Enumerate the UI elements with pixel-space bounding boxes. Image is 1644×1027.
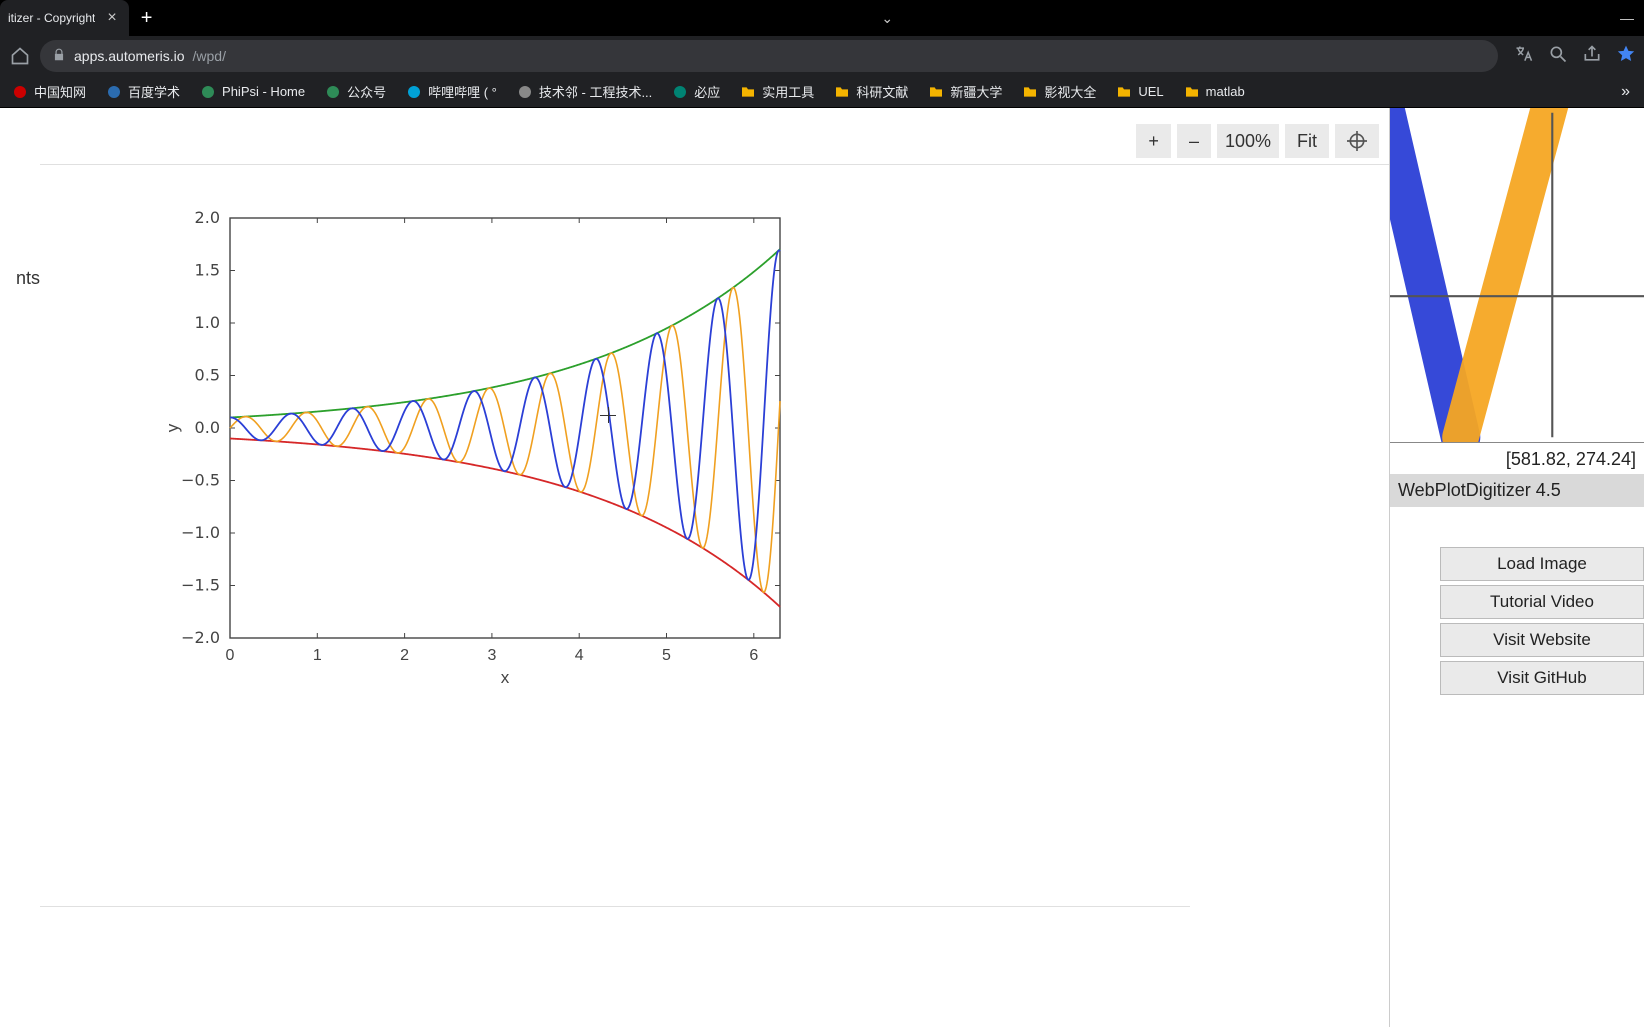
bookmark-label: 影视大全 [1044,82,1096,101]
bookmark-item[interactable]: 中国知网 [4,78,94,105]
svg-text:3: 3 [487,647,496,664]
new-tab-button[interactable]: + [129,7,165,30]
zoom-fit-button[interactable]: Fit [1285,124,1329,158]
site-icon [517,84,533,100]
chart-svg: −2.0 −1.5 −1.0 −0.5 0.0 0.5 1.0 1.5 2.0 0 1 2 3 4 5 6 x y [160,208,800,698]
bookmark-label: 实用工具 [762,82,814,101]
folder-icon [1116,84,1132,100]
bookmark-item[interactable]: 百度学术 [98,78,188,105]
bookmark-label: 百度学术 [128,82,180,101]
bookmark-item[interactable]: 新疆大学 [920,78,1010,105]
site-icon [12,84,28,100]
svg-text:4: 4 [575,647,584,664]
site-icon [200,84,216,100]
site-icon [325,84,341,100]
zoom-in-button[interactable]: + [1136,124,1171,158]
zoom-page-icon[interactable] [1548,44,1568,69]
bookmark-item[interactable]: 哔哩哔哩 ( ° [398,78,505,105]
svg-text:0.0: 0.0 [195,418,220,437]
svg-text:−2.0: −2.0 [181,628,220,647]
bookmark-star-icon[interactable] [1616,44,1636,69]
bookmark-item[interactable]: 公众号 [317,78,394,105]
site-icon [406,84,422,100]
share-icon[interactable] [1582,44,1602,69]
cropped-text: nts [16,268,40,288]
bookmark-item[interactable]: PhiPsi - Home [192,80,313,104]
right-panel: [581.82, 274.24] WebPlotDigitizer 4.5 Lo… [1389,108,1644,1027]
folder-icon [928,84,944,100]
folder-icon [740,84,756,100]
bookmark-item[interactable]: matlab [1176,80,1253,104]
divider [40,164,1389,165]
side-buttons: Load Image Tutorial Video Visit Website Vis… [1390,547,1644,695]
site-icon [672,84,688,100]
tab-title: itizer - Copyright [8,11,95,25]
bookmark-item[interactable]: 实用工具 [732,78,822,105]
zoom-controls: + – 100% Fit [1136,124,1379,158]
translate-icon[interactable] [1514,44,1534,69]
svg-text:0: 0 [226,647,235,664]
crosshair-toggle-icon[interactable] [1335,124,1379,158]
url-host: apps.automeris.io [74,48,185,64]
url-path: /wpd/ [193,48,226,64]
bookmark-label: 哔哩哔哩 ( ° [428,82,497,101]
tutorial-video-button[interactable]: Tutorial Video [1440,585,1644,619]
home-icon[interactable] [8,44,32,68]
bookmark-item[interactable]: 必应 [664,78,728,105]
bookmark-item[interactable]: 科研文献 [826,78,916,105]
bookmark-label: 公众号 [347,82,386,101]
main-view[interactable]: + – 100% Fit −2.0 −1.5 −1.0 −0.5 0.0 0.5 1.0 1.… [40,108,1389,1027]
visit-github-button[interactable]: Visit GitHub [1440,661,1644,695]
svg-text:1: 1 [313,647,322,664]
svg-text:x: x [501,668,510,687]
svg-text:2: 2 [400,647,409,664]
svg-text:y: y [163,423,182,432]
bookmark-label: UEL [1138,84,1163,99]
site-icon [106,84,122,100]
svg-text:1.0: 1.0 [195,313,220,332]
bookmark-label: 中国知网 [34,82,86,101]
bookmarks-bar: 中国知网 百度学术 PhiPsi - Home 公众号 哔哩哔哩 ( ° 技术邻 - 工程… [0,76,1644,108]
zoom-preview [1390,108,1644,443]
svg-text:5: 5 [662,647,671,664]
lock-icon [52,48,66,65]
bookmark-item[interactable]: 影视大全 [1014,78,1104,105]
app-container: nts + – 100% Fit −2.0 −1.5 −1.0 −0.5 0.0 0.5 1… [0,108,1644,1027]
svg-text:−1.5: −1.5 [181,576,220,595]
left-cropped-panel: nts [0,108,40,1027]
folder-icon [1022,84,1038,100]
active-tab[interactable]: itizer - Copyright × [0,0,129,36]
close-tab-icon[interactable]: × [103,9,120,27]
window-minimize-icon[interactable]: — [1610,10,1644,26]
bookmark-label: matlab [1206,84,1245,99]
bookmark-label: 必应 [694,82,720,101]
load-image-button[interactable]: Load Image [1440,547,1644,581]
svg-text:0.5: 0.5 [195,366,220,385]
bookmarks-overflow-icon[interactable]: » [1611,83,1640,101]
bookmark-item[interactable]: UEL [1108,80,1171,104]
bookmark-label: PhiPsi - Home [222,84,305,99]
folder-icon [834,84,850,100]
zoom-out-button[interactable]: – [1177,124,1211,158]
svg-text:2.0: 2.0 [195,208,220,227]
bookmark-label: 新疆大学 [950,82,1002,101]
bookmark-label: 技术邻 - 工程技术... [539,82,652,101]
address-bar[interactable]: apps.automeris.io/wpd/ [40,40,1498,72]
plot-canvas[interactable]: −2.0−1.5−1.0−0.50.00.51.01.52.00123456xy [160,208,800,678]
tab-overflow-icon[interactable]: ⌄ [871,10,903,27]
visit-website-button[interactable]: Visit Website [1440,623,1644,657]
svg-text:−0.5: −0.5 [181,471,220,490]
svg-text:1.5: 1.5 [195,261,220,280]
bookmark-item[interactable]: 技术邻 - 工程技术... [509,78,660,105]
coordinate-readout: [581.82, 274.24] [1390,443,1644,474]
app-title: WebPlotDigitizer 4.5 [1390,474,1644,507]
svg-text:6: 6 [749,647,758,664]
tab-strip: itizer - Copyright × + ⌄ — [0,0,1644,36]
address-row: apps.automeris.io/wpd/ [0,36,1644,76]
svg-text:−1.0: −1.0 [181,523,220,542]
zoom-level-button[interactable]: 100% [1217,124,1279,158]
divider [40,906,1190,907]
folder-icon [1184,84,1200,100]
bookmark-label: 科研文献 [856,82,908,101]
